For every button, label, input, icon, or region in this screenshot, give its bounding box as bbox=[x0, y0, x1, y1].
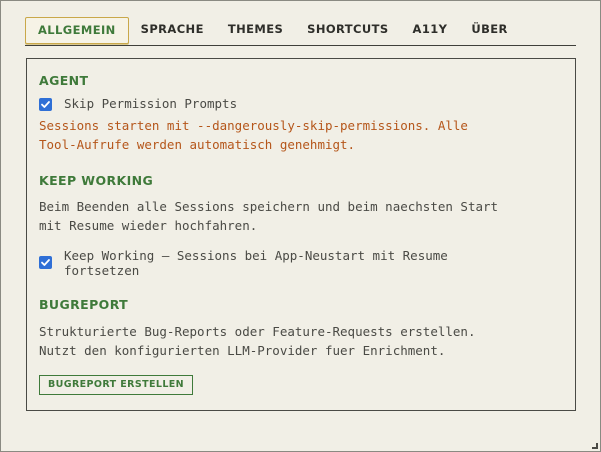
keep-working-desc-line-2: mit Resume wieder hochfahren. bbox=[39, 218, 258, 233]
tab-allgemein[interactable]: ALLGEMEIN bbox=[25, 17, 129, 44]
keep-working-label-line-2: fortsetzen bbox=[64, 263, 140, 278]
keep-working-checkbox[interactable] bbox=[39, 256, 52, 269]
tab-ueber[interactable]: ÜBER bbox=[459, 17, 519, 44]
settings-window: ALLGEMEIN SPRACHE THEMES SHORTCUTS A11Y … bbox=[0, 0, 601, 452]
section-title-agent: AGENT bbox=[39, 73, 89, 88]
keep-working-row: Keep Working — Sessions bei App-Neustart… bbox=[39, 248, 563, 278]
skip-permissions-row: Skip Permission Prompts bbox=[39, 96, 563, 111]
bugreport-description: Strukturierte Bug-Reports oder Feature-R… bbox=[39, 322, 563, 360]
keep-working-label: Keep Working — Sessions bei App-Neustart… bbox=[64, 248, 448, 278]
bugreport-button-wrap: BUGREPORT ERSTELLEN bbox=[39, 372, 563, 395]
skip-permissions-label: Skip Permission Prompts bbox=[64, 96, 238, 111]
keep-working-label-line-1: Keep Working — Sessions bei App-Neustart… bbox=[64, 248, 448, 263]
bugreport-desc-line-2: Nutzt den konfigurierten LLM-Provider fu… bbox=[39, 343, 446, 358]
resize-grip-icon[interactable] bbox=[592, 443, 598, 449]
create-bugreport-button[interactable]: BUGREPORT ERSTELLEN bbox=[39, 375, 194, 395]
checkmark-icon bbox=[41, 101, 50, 108]
section-title-keep-working: KEEP WORKING bbox=[39, 173, 154, 188]
checkmark-icon bbox=[41, 259, 50, 266]
tab-sprache[interactable]: SPRACHE bbox=[129, 17, 216, 44]
keep-working-description: Beim Beenden alle Sessions speichern und… bbox=[39, 197, 563, 235]
general-settings-panel: AGENT Skip Permission Prompts Sessions s… bbox=[26, 58, 576, 411]
skip-permissions-warning: Sessions starten mit --dangerously-skip-… bbox=[39, 116, 563, 154]
warning-line-2: Tool-Aufrufe werden automatisch genehmig… bbox=[39, 137, 356, 152]
tab-shortcuts[interactable]: SHORTCUTS bbox=[295, 17, 400, 44]
warning-line-1: Sessions starten mit --dangerously-skip-… bbox=[39, 118, 468, 133]
keep-working-desc-line-1: Beim Beenden alle Sessions speichern und… bbox=[39, 199, 499, 214]
bugreport-desc-line-1: Strukturierte Bug-Reports oder Feature-R… bbox=[39, 324, 476, 339]
tab-themes[interactable]: THEMES bbox=[216, 17, 295, 44]
section-title-bugreport: BUGREPORT bbox=[39, 297, 129, 312]
tab-a11y[interactable]: A11Y bbox=[401, 17, 460, 44]
settings-tab-bar: ALLGEMEIN SPRACHE THEMES SHORTCUTS A11Y … bbox=[25, 17, 576, 46]
skip-permissions-checkbox[interactable] bbox=[39, 98, 52, 111]
